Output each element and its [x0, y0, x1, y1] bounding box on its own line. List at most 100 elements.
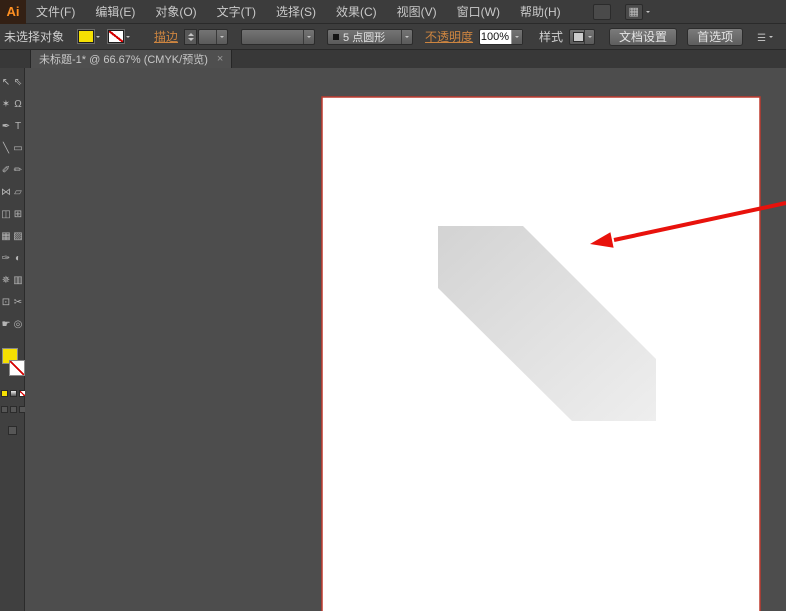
workspace: ↖ ⇖ ✶ Ω ✒ T ╲ ▭ ✐ ✏: [0, 68, 786, 611]
eyedropper-tool[interactable]: ✑: [0, 248, 12, 270]
dropdown-arrow: [303, 30, 314, 44]
line-segment-tool[interactable]: ╲: [0, 138, 12, 160]
brush-definition-dropdown[interactable]: 5 点圆形: [327, 29, 413, 45]
magic-wand-tool-icon: ✶: [2, 100, 10, 110]
style-label: 样式: [539, 28, 563, 45]
symbol-sprayer-tool[interactable]: ✵: [0, 270, 12, 292]
color-button[interactable]: [1, 390, 8, 397]
step-up-icon: [188, 30, 194, 36]
slice-tool-icon: ✂: [14, 298, 22, 308]
opacity-dropdown[interactable]: 100%: [479, 29, 523, 45]
fill-color-swatch[interactable]: [78, 30, 94, 43]
menu-item-edit[interactable]: 编辑(E): [85, 0, 145, 24]
chevron-down-icon: [646, 11, 650, 15]
app-logo: Ai: [0, 0, 26, 24]
pencil-tool[interactable]: ✏: [12, 160, 24, 182]
control-bar: 未选择对象 描边 5 点圆形 不透明度 100%: [0, 24, 786, 50]
menu-item-window[interactable]: 窗口(W): [447, 0, 510, 24]
step-down-icon: [188, 38, 194, 44]
gradient-tool-icon: ▨: [13, 232, 22, 242]
type-tool[interactable]: T: [12, 116, 24, 138]
toolbar-row: ✐ ✏: [0, 160, 24, 182]
slice-tool[interactable]: ✂: [12, 292, 24, 314]
stroke-panel-link[interactable]: 描边: [154, 28, 178, 45]
artboard-tool[interactable]: ⊡: [0, 292, 12, 314]
toolbar-row: ✒ T: [0, 116, 24, 138]
dropdown-arrow: [584, 30, 594, 44]
screen-mode-button[interactable]: [8, 426, 17, 435]
control-panel-menu[interactable]: [757, 28, 773, 46]
document-tab[interactable]: 未标题-1* @ 66.67% (CMYK/预览) ×: [30, 50, 232, 68]
menu-item-file[interactable]: 文件(F): [26, 0, 85, 24]
menu-item-select[interactable]: 选择(S): [266, 0, 326, 24]
document-canvas[interactable]: [25, 68, 786, 611]
stroke-color-indicator[interactable]: [9, 360, 25, 376]
symbol-sprayer-tool-icon: ✵: [2, 276, 10, 286]
blend-tool-icon: ◐: [15, 254, 21, 264]
toolbar-row: ✑ ◐: [0, 248, 24, 270]
column-graph-tool[interactable]: ▥: [12, 270, 24, 292]
draw-behind-button[interactable]: [10, 406, 17, 413]
workspace-switcher[interactable]: [625, 4, 650, 20]
bridge-icon[interactable]: [593, 4, 611, 20]
opacity-value[interactable]: 100%: [480, 31, 511, 43]
menu-item-view[interactable]: 视图(V): [387, 0, 447, 24]
menubar-icon-group: [593, 4, 650, 20]
tool-grid: ↖ ⇖ ✶ Ω ✒ T ╲ ▭ ✐ ✏: [0, 68, 24, 336]
stroke-color-picker[interactable]: [108, 30, 130, 43]
menu-item-object[interactable]: 对象(O): [145, 0, 206, 24]
draw-normal-button[interactable]: [1, 406, 8, 413]
chevron-down-icon: [96, 36, 100, 40]
fill-color-picker[interactable]: [78, 30, 100, 43]
chevron-down-icon: [126, 36, 130, 40]
width-profile-dropdown[interactable]: [241, 29, 315, 45]
gradient-button[interactable]: [10, 390, 17, 397]
column-graph-tool-icon: ▥: [13, 276, 22, 286]
gradient-tool[interactable]: ▨: [12, 226, 24, 248]
document-setup-button[interactable]: 文档设置: [609, 28, 677, 46]
stroke-weight-dropdown[interactable]: [198, 29, 228, 45]
dropdown-arrow: [401, 30, 412, 44]
toolbar-row: ☛ ◎: [0, 314, 24, 336]
document-tab-bar: 未标题-1* @ 66.67% (CMYK/预览) ×: [0, 50, 786, 68]
stroke-none-swatch[interactable]: [108, 30, 124, 43]
rectangle-tool[interactable]: ▭: [12, 138, 24, 160]
perspective-grid-tool[interactable]: ⊞: [12, 204, 24, 226]
dropdown-arrow: [216, 30, 227, 44]
pen-tool[interactable]: ✒: [0, 116, 12, 138]
hand-tool[interactable]: ☛: [0, 314, 12, 336]
tab-close-icon[interactable]: ×: [217, 53, 223, 65]
free-transform-tool-icon: ▱: [14, 188, 22, 198]
pencil-tool-icon: ✏: [14, 166, 22, 176]
blend-tool[interactable]: ◐: [12, 248, 24, 270]
toolbar-row: ⊡ ✂: [0, 292, 24, 314]
mesh-tool[interactable]: ▦: [0, 226, 12, 248]
shape-builder-tool[interactable]: ◫: [0, 204, 12, 226]
menu-item-effect[interactable]: 效果(C): [326, 0, 387, 24]
menu-item-type[interactable]: 文字(T): [207, 0, 266, 24]
graphic-style-dropdown[interactable]: [569, 29, 595, 45]
selection-tool-icon: ↖: [2, 78, 10, 88]
magic-wand-tool[interactable]: ✶: [0, 94, 12, 116]
width-tool-icon: ⋈: [1, 188, 11, 198]
preferences-button[interactable]: 首选项: [687, 28, 743, 46]
menu-item-help[interactable]: 帮助(H): [510, 0, 571, 24]
direct-selection-tool[interactable]: ⇖: [12, 72, 24, 94]
shape-builder-tool-icon: ◫: [1, 210, 10, 220]
toolbar-row: ↖ ⇖: [0, 72, 24, 94]
lasso-tool[interactable]: Ω: [12, 94, 24, 116]
width-tool[interactable]: ⋈: [0, 182, 12, 204]
paintbrush-tool[interactable]: ✐: [0, 160, 12, 182]
zoom-tool-icon: ◎: [14, 320, 23, 330]
artboard-tool-icon: ⊡: [2, 298, 10, 308]
pasteboard[interactable]: [25, 68, 786, 611]
free-transform-tool[interactable]: ▱: [12, 182, 24, 204]
hand-tool-icon: ☛: [2, 320, 11, 330]
lasso-tool-icon: Ω: [14, 100, 21, 110]
workspace-grid-icon: [625, 4, 643, 20]
stroke-weight-stepper[interactable]: [184, 29, 197, 45]
opacity-panel-link[interactable]: 不透明度: [425, 28, 473, 45]
zoom-tool[interactable]: ◎: [12, 314, 24, 336]
toolbar-row: ╲ ▭: [0, 138, 24, 160]
selection-tool[interactable]: ↖: [0, 72, 12, 94]
